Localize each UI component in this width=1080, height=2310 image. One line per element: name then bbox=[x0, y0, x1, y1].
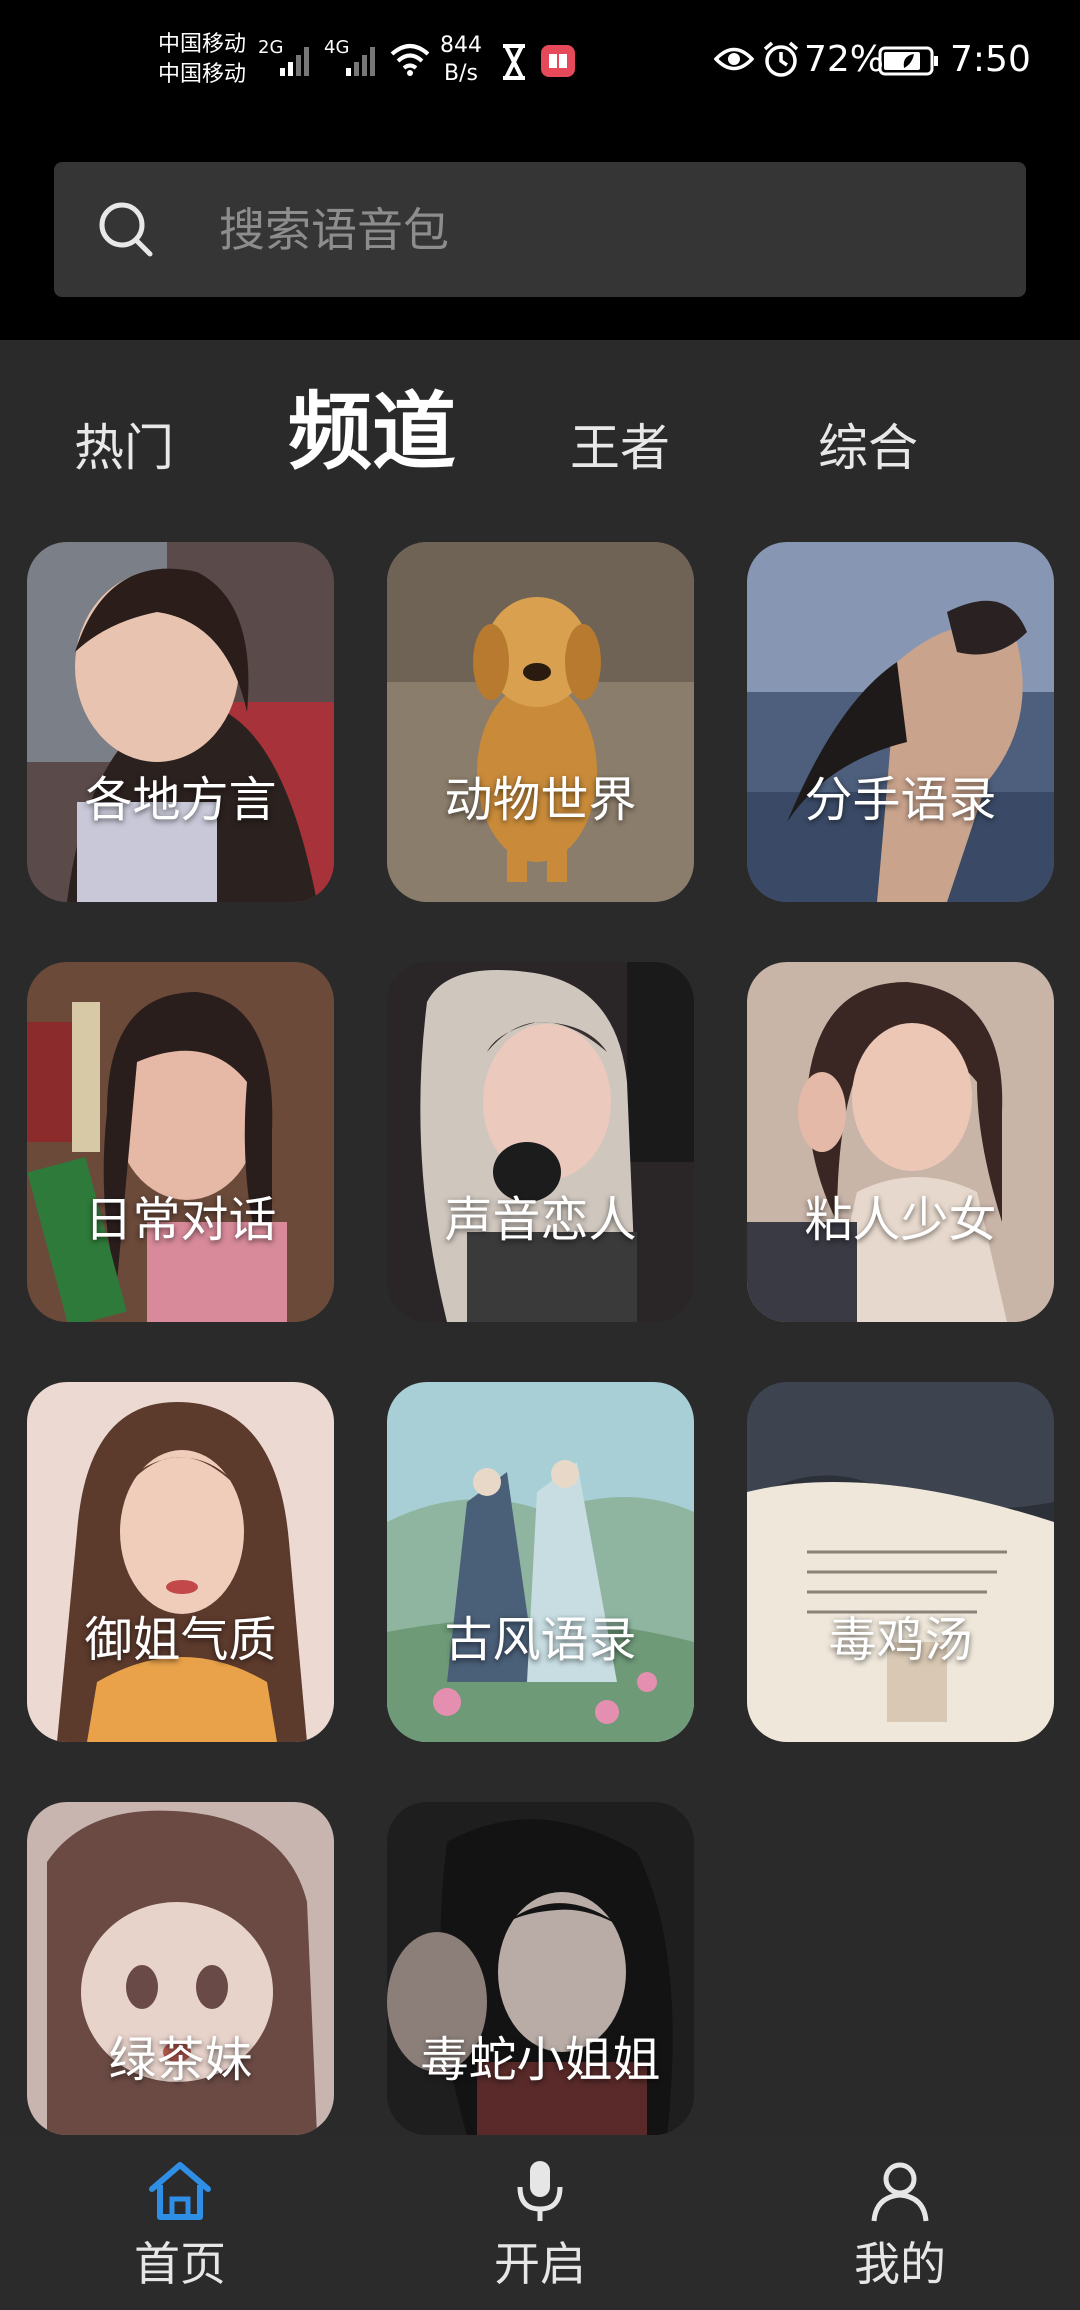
channel-card-voice-lover[interactable]: 声音恋人 bbox=[387, 962, 694, 1322]
tab-hot[interactable]: 热门 bbox=[74, 418, 174, 478]
channel-card-daily-chat[interactable]: 日常对话 bbox=[27, 962, 334, 1322]
channel-card-breakup[interactable]: 分手语录 bbox=[747, 542, 1054, 902]
card-label: 古风语录 bbox=[444, 1612, 637, 1668]
channel-card-ancient-style[interactable]: 古风语录 bbox=[387, 1382, 694, 1742]
search-icon[interactable] bbox=[94, 197, 160, 263]
card-label: 分手语录 bbox=[804, 772, 997, 828]
carrier-2: 中国移动 bbox=[158, 62, 247, 87]
card-thumbnail-image bbox=[747, 1382, 1054, 1742]
channel-card-toxic-soup[interactable]: 毒鸡汤 bbox=[747, 1382, 1054, 1742]
card-label: 毒鸡汤 bbox=[828, 1612, 973, 1668]
nav-profile[interactable]: 我的 bbox=[720, 2135, 1080, 2310]
alarm-icon bbox=[763, 41, 799, 77]
card-label: 动物世界 bbox=[444, 772, 637, 828]
card-thumbnail-image bbox=[27, 962, 334, 1322]
tab-channel[interactable]: 频道 bbox=[288, 382, 456, 482]
nav-home-label: 首页 bbox=[134, 2237, 226, 2291]
nav-start-label: 开启 bbox=[494, 2237, 586, 2291]
card-label: 各地方言 bbox=[84, 772, 277, 828]
tab-king[interactable]: 王者 bbox=[570, 418, 670, 478]
card-label: 日常对话 bbox=[84, 1192, 277, 1248]
card-thumbnail-image bbox=[27, 1382, 334, 1742]
channel-card-snake-sister[interactable]: 毒蛇小姐姐 bbox=[387, 1802, 694, 2135]
tab-general[interactable]: 综合 bbox=[818, 418, 918, 478]
card-label: 粘人少女 bbox=[804, 1192, 997, 1248]
card-thumbnail-image bbox=[387, 1382, 694, 1742]
eye-icon bbox=[714, 47, 754, 71]
net-speed: 844 B/s bbox=[440, 32, 482, 88]
channel-card-dialect[interactable]: 各地方言 bbox=[27, 542, 334, 902]
hourglass-icon bbox=[503, 44, 525, 80]
card-thumbnail-image bbox=[747, 542, 1054, 902]
nav-home[interactable]: 首页 bbox=[0, 2135, 360, 2310]
wifi-icon bbox=[390, 44, 430, 76]
microphone-icon[interactable] bbox=[504, 2155, 576, 2227]
nav-start[interactable]: 开启 bbox=[360, 2135, 720, 2310]
signal-2-icon bbox=[346, 47, 375, 76]
carrier-info: 中国移动 中国移动 bbox=[158, 30, 246, 90]
home-icon[interactable] bbox=[144, 2155, 216, 2227]
card-label: 绿茶妹 bbox=[108, 2032, 253, 2088]
nav-profile-label: 我的 bbox=[854, 2237, 946, 2291]
clock-time: 7:50 bbox=[950, 39, 1031, 80]
channel-card-animal[interactable]: 动物世界 bbox=[387, 542, 694, 902]
category-tabs: 热门 频道 王者 综合 bbox=[0, 340, 1080, 520]
net-speed-value: 844 bbox=[440, 33, 482, 58]
card-label: 声音恋人 bbox=[444, 1192, 637, 1248]
signal-1-icon bbox=[280, 47, 309, 76]
card-thumbnail-image bbox=[387, 542, 694, 902]
status-bar: 中国移动 中国移动 2G 4G 844 B/s 72% 7:50 bbox=[0, 0, 1080, 130]
card-label: 毒蛇小姐姐 bbox=[420, 2032, 661, 2088]
search-header: 搜索语音包 bbox=[0, 130, 1080, 340]
carrier-1: 中国移动 bbox=[158, 32, 247, 57]
profile-icon[interactable] bbox=[864, 2155, 936, 2227]
card-thumbnail-image bbox=[27, 542, 334, 902]
net-speed-unit: B/s bbox=[444, 61, 478, 86]
channel-card-clingy-girl[interactable]: 粘人少女 bbox=[747, 962, 1054, 1322]
card-thumbnail-image bbox=[387, 962, 694, 1322]
app-notification-icon bbox=[541, 45, 575, 77]
bottom-navigation: 首页 开启 我的 bbox=[0, 2135, 1080, 2310]
search-placeholder[interactable]: 搜索语音包 bbox=[219, 202, 449, 258]
channel-card-green-tea-girl[interactable]: 绿茶妹 bbox=[27, 1802, 334, 2135]
battery-percent: 72% bbox=[804, 39, 885, 80]
battery-icon bbox=[878, 46, 938, 76]
card-thumbnail-image bbox=[747, 962, 1054, 1322]
card-label: 御姐气质 bbox=[84, 1612, 277, 1668]
search-bar[interactable]: 搜索语音包 bbox=[54, 162, 1026, 297]
channel-card-mature-lady[interactable]: 御姐气质 bbox=[27, 1382, 334, 1742]
